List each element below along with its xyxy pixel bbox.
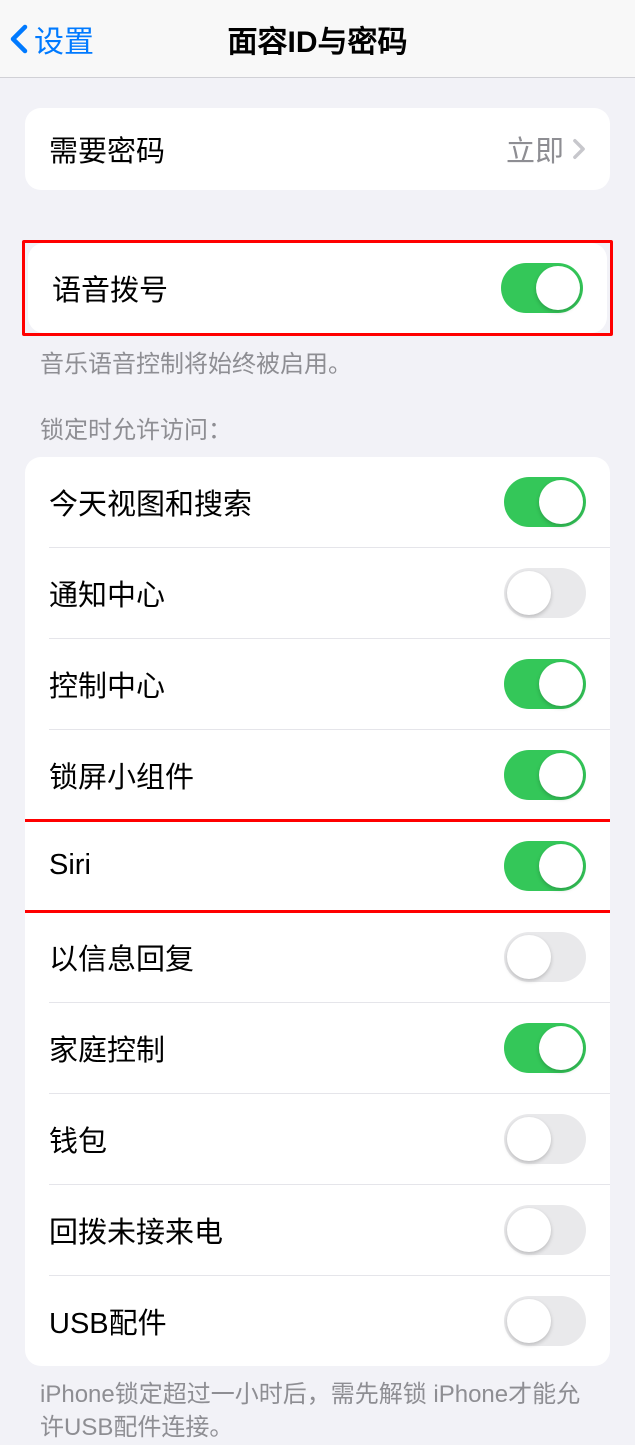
toggle-knob	[507, 935, 551, 979]
back-label: 设置	[34, 17, 94, 61]
lock-access-toggle[interactable]	[504, 841, 586, 891]
lock-access-row: 锁屏小组件	[25, 730, 610, 820]
lock-access-toggle[interactable]	[504, 477, 586, 527]
lock-access-toggle[interactable]	[504, 1296, 586, 1346]
lock-access-toggle[interactable]	[504, 932, 586, 982]
lock-access-label: Siri	[49, 849, 91, 882]
voice-dial-highlight: 语音拨号	[22, 240, 613, 336]
require-passcode-value: 立即	[506, 128, 564, 170]
lock-access-row: 通知中心	[25, 548, 610, 638]
row-right: 立即	[506, 128, 586, 170]
lock-access-row: 今天视图和搜索	[25, 457, 610, 547]
lock-access-label: USB配件	[49, 1300, 167, 1342]
lock-access-toggle[interactable]	[504, 1205, 586, 1255]
lock-access-toggle[interactable]	[504, 568, 586, 618]
lock-access-row: 控制中心	[25, 639, 610, 729]
lock-access-row: 家庭控制	[25, 1003, 610, 1093]
voice-dial-label: 语音拨号	[52, 267, 168, 309]
voice-dial-row: 语音拨号	[28, 243, 607, 333]
voice-dial-toggle[interactable]	[501, 263, 583, 313]
lock-access-label: 以信息回复	[49, 936, 194, 978]
toggle-knob	[539, 662, 583, 706]
chevron-right-icon	[572, 138, 586, 160]
toggle-knob	[539, 1026, 583, 1070]
toggle-knob	[507, 571, 551, 615]
lock-access-row: 回拨未接来电	[25, 1185, 610, 1275]
toggle-knob	[539, 480, 583, 524]
lock-access-label: 锁屏小组件	[49, 754, 194, 796]
chevron-left-icon	[10, 24, 28, 54]
voice-dial-group: 语音拨号	[28, 243, 607, 333]
lock-access-label: 控制中心	[49, 663, 165, 705]
lock-access-toggle[interactable]	[504, 1023, 586, 1073]
toggle-knob	[507, 1299, 551, 1343]
lock-access-label: 钱包	[49, 1118, 107, 1160]
voice-dial-footer: 音乐语音控制将始终被启用。	[0, 336, 635, 382]
lock-access-footer: iPhone锁定超过一小时后，需先解锁 iPhone才能允许USB配件连接。	[0, 1366, 635, 1445]
lock-access-group: 今天视图和搜索通知中心控制中心锁屏小组件 Siri 以信息回复家庭控制钱包回拨未接来…	[25, 457, 610, 1366]
lock-access-toggle[interactable]	[504, 750, 586, 800]
page-title: 面容ID与密码	[228, 17, 408, 61]
toggle-knob	[536, 266, 580, 310]
lock-access-row: 钱包	[25, 1094, 610, 1184]
lock-access-row: Siri	[25, 821, 610, 911]
nav-bar: 设置 面容ID与密码	[0, 0, 635, 78]
content: 需要密码 立即 语音拨号 音乐语音控制将始终被启用。 锁定时允许访问： 今天视图…	[0, 78, 635, 1445]
lock-access-label: 今天视图和搜索	[49, 481, 252, 523]
lock-access-toggle[interactable]	[504, 1114, 586, 1164]
lock-access-label: 家庭控制	[49, 1027, 165, 1069]
lock-access-toggle[interactable]	[504, 659, 586, 709]
back-button[interactable]: 设置	[0, 17, 94, 61]
lock-access-label: 回拨未接来电	[49, 1209, 223, 1251]
lock-access-row: USB配件	[25, 1276, 610, 1366]
require-passcode-row[interactable]: 需要密码 立即	[25, 108, 610, 190]
require-passcode-label: 需要密码	[49, 128, 165, 170]
toggle-knob	[507, 1117, 551, 1161]
lock-access-row: 以信息回复	[25, 912, 610, 1002]
lock-access-label: 通知中心	[49, 572, 165, 614]
toggle-knob	[539, 844, 583, 888]
lock-access-header: 锁定时允许访问：	[0, 382, 635, 457]
require-passcode-group: 需要密码 立即	[25, 108, 610, 190]
toggle-knob	[539, 753, 583, 797]
toggle-knob	[507, 1208, 551, 1252]
